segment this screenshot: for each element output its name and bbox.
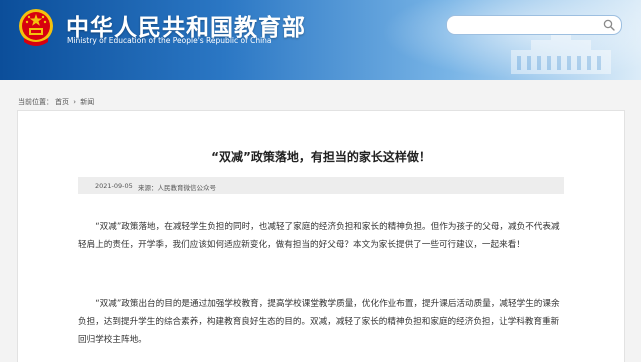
site-subtitle: Ministry of Education of the People's Re… — [67, 36, 272, 45]
site-header: 中华人民共和国教育部 Ministry of Education of the … — [0, 0, 641, 80]
article-source: 来源：人民教育微信公众号 — [138, 184, 216, 192]
article-card: “双减”政策落地，有担当的家长这样做！ 2021-09-05 来源：人民教育微信… — [17, 110, 625, 362]
search-icon[interactable] — [603, 19, 615, 31]
article-paragraph: “双减”政策出台的目的是通过加强学校教育，提高学校课堂教学质量，优化作业布置，提… — [78, 299, 560, 345]
article-title: “双减”政策落地，有担当的家长这样做！ — [211, 150, 431, 164]
article-date: 2021-09-05 — [95, 182, 133, 190]
breadcrumb-separator: › — [73, 98, 77, 106]
search-input[interactable] — [455, 18, 599, 33]
breadcrumb-prefix: 当前位置： — [18, 98, 53, 106]
article-paragraph: “双减”政策落地，在减轻学生负担的同时，也减轻了家庭的经济负担和家长的精神负担。… — [78, 222, 560, 250]
breadcrumb: 当前位置： 首页 › 新闻 — [18, 97, 96, 107]
article-meta-bar: 2021-09-05 来源：人民教育微信公众号 — [78, 177, 564, 194]
national-emblem-icon — [19, 9, 53, 46]
building-silhouette-icon — [511, 32, 611, 74]
breadcrumb-news-link[interactable]: 新闻 — [80, 98, 94, 106]
breadcrumb-home-link[interactable]: 首页 — [55, 98, 69, 106]
search-box[interactable] — [446, 15, 622, 35]
